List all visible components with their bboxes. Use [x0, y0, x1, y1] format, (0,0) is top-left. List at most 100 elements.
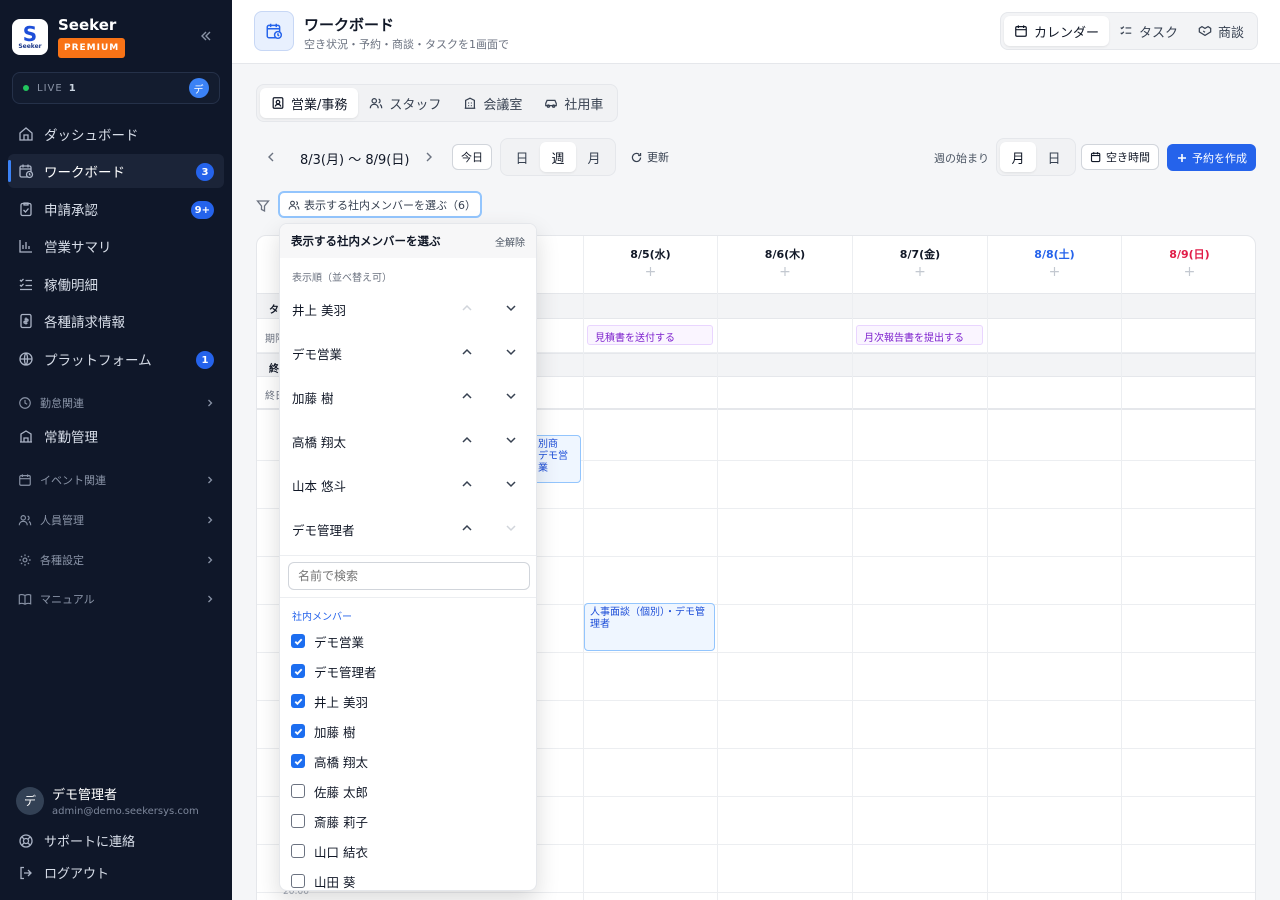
member-option[interactable]: デモ営業: [291, 631, 364, 651]
order-item: 井上 美羽: [280, 287, 536, 331]
move-down-icon[interactable]: [504, 433, 518, 447]
member-filter-button[interactable]: 表示する社内メンバーを選ぶ（6）: [278, 191, 482, 218]
nav-billing[interactable]: 各種請求情報: [8, 304, 224, 338]
member-option[interactable]: 高橋 翔太: [291, 751, 368, 771]
day-header[interactable]: 8/6(木) +: [717, 236, 852, 294]
add-event-icon[interactable]: +: [853, 264, 987, 280]
live-indicator[interactable]: LIVE 1 デ: [12, 72, 220, 104]
nav-dashboard[interactable]: ダッシュボード: [8, 117, 224, 151]
grid-line: [257, 892, 1255, 893]
users-icon: [18, 513, 32, 527]
nav-label: 営業サマリ: [44, 240, 112, 256]
member-option[interactable]: 佐藤 太郎: [291, 781, 368, 801]
checkbox-checked[interactable]: [291, 664, 305, 678]
logout-icon: [18, 865, 34, 881]
add-event-icon[interactable]: +: [584, 264, 717, 280]
collapse-sidebar-icon[interactable]: [198, 28, 214, 44]
nav-group-settings[interactable]: 各種設定: [8, 546, 224, 574]
nav-sales-summary[interactable]: 営業サマリ: [8, 229, 224, 263]
chevron-right-icon: [204, 554, 216, 566]
move-down-icon[interactable]: [504, 345, 518, 359]
free-time-button[interactable]: 空き時間: [1081, 144, 1159, 170]
checkbox-checked[interactable]: [291, 694, 305, 708]
day-header[interactable]: 8/5(水) +: [583, 236, 717, 294]
refresh-icon: [630, 151, 643, 164]
today-button[interactable]: 今日: [452, 144, 492, 170]
task-item[interactable]: 月次報告書を提出する: [856, 325, 983, 345]
nav-platform[interactable]: プラットフォーム 1: [8, 342, 224, 376]
chevron-right-icon[interactable]: [421, 149, 437, 165]
day-header-sunday[interactable]: 8/9(日) +: [1121, 236, 1255, 294]
checkbox-checked[interactable]: [291, 634, 305, 648]
calendar-event[interactable]: 人事面談（個別）・デモ管理者: [584, 603, 715, 651]
create-label: 予約を作成: [1192, 151, 1247, 165]
clear-all-button[interactable]: 全解除: [495, 234, 525, 249]
member-option[interactable]: 井上 美羽: [291, 691, 368, 711]
member-option[interactable]: 加藤 樹: [291, 721, 355, 741]
logout-link[interactable]: ログアウト: [18, 863, 109, 882]
member-option[interactable]: 斎藤 莉子: [291, 811, 368, 831]
move-up-icon[interactable]: [460, 345, 474, 359]
support-link[interactable]: サポートに連絡: [18, 831, 135, 850]
create-reservation-button[interactable]: 予約を作成: [1167, 144, 1256, 171]
tab-label: カレンダー: [1034, 25, 1100, 41]
add-event-icon[interactable]: +: [718, 264, 852, 280]
move-down-icon[interactable]: [504, 477, 518, 491]
chevron-right-icon: [204, 514, 216, 526]
add-event-icon[interactable]: +: [1122, 264, 1255, 280]
order-item-name: 加藤 樹: [292, 390, 334, 406]
checkbox-unchecked[interactable]: [291, 844, 305, 858]
nav-work-details[interactable]: 稼働明細: [8, 267, 224, 301]
view-deal-tab[interactable]: 商談: [1188, 16, 1254, 46]
checkbox-checked[interactable]: [291, 754, 305, 768]
tab-company-car[interactable]: 社用車: [533, 88, 614, 118]
tab-meeting-room[interactable]: 会議室: [452, 88, 533, 118]
user-profile[interactable]: デ デモ管理者 admin@demo.seekersys.com: [16, 784, 199, 817]
week-start-monday[interactable]: 月: [1000, 142, 1036, 172]
tab-sales-office[interactable]: 営業/事務: [260, 88, 359, 118]
member-option[interactable]: 山田 葵: [291, 871, 355, 890]
move-up-icon[interactable]: [460, 389, 474, 403]
view-task-tab[interactable]: タスク: [1109, 16, 1188, 46]
move-down-icon[interactable]: [504, 301, 518, 315]
brand[interactable]: S Seeker Seeker PREMIUM: [12, 16, 126, 58]
nav-group-manual[interactable]: マニュアル: [8, 585, 224, 613]
member-option[interactable]: デモ管理者: [291, 661, 377, 681]
add-event-icon[interactable]: +: [988, 264, 1121, 280]
nav-group-event[interactable]: イベント関連: [8, 466, 224, 494]
nav-group-personnel[interactable]: 人員管理: [8, 506, 224, 534]
clipboard-check-icon: [18, 201, 34, 217]
plus-icon: [1176, 152, 1188, 164]
checkbox-unchecked[interactable]: [291, 874, 305, 888]
member-option[interactable]: 山口 結衣: [291, 841, 368, 861]
move-up-icon[interactable]: [460, 477, 474, 491]
member-search-input[interactable]: [288, 562, 530, 590]
tab-label: 会議室: [483, 97, 523, 113]
day-header[interactable]: 8/7(金) +: [852, 236, 987, 294]
day-header-saturday[interactable]: 8/8(土) +: [987, 236, 1121, 294]
view-mode-week[interactable]: 週: [540, 142, 576, 172]
divider: [280, 555, 536, 556]
nav-label: 各種請求情報: [44, 315, 125, 331]
nav-group-attendance[interactable]: 勤怠関連: [8, 389, 224, 417]
view-mode-month[interactable]: 月: [576, 142, 612, 172]
refresh-button[interactable]: 更新: [630, 149, 669, 165]
move-down-icon[interactable]: [504, 389, 518, 403]
task-item[interactable]: 見積書を送付する: [587, 325, 713, 345]
nav-label: ダッシュボード: [44, 128, 139, 144]
tab-staff[interactable]: スタッフ: [358, 88, 452, 118]
live-avatar[interactable]: デ: [189, 78, 209, 98]
checkbox-unchecked[interactable]: [291, 784, 305, 798]
nav-workboard[interactable]: ワークボード 3: [8, 154, 224, 188]
chevron-left-icon[interactable]: [263, 149, 279, 165]
move-up-icon[interactable]: [460, 521, 474, 535]
checkbox-checked[interactable]: [291, 724, 305, 738]
week-start-sunday[interactable]: 日: [1036, 142, 1072, 172]
move-up-icon[interactable]: [460, 433, 474, 447]
view-calendar-tab[interactable]: カレンダー: [1004, 16, 1110, 46]
view-mode-day[interactable]: 日: [504, 142, 540, 172]
checkbox-unchecked[interactable]: [291, 814, 305, 828]
nav-commute[interactable]: 常勤管理: [8, 419, 224, 453]
nav-approvals[interactable]: 申請承認 9+: [8, 192, 224, 226]
tab-label: タスク: [1139, 25, 1179, 41]
